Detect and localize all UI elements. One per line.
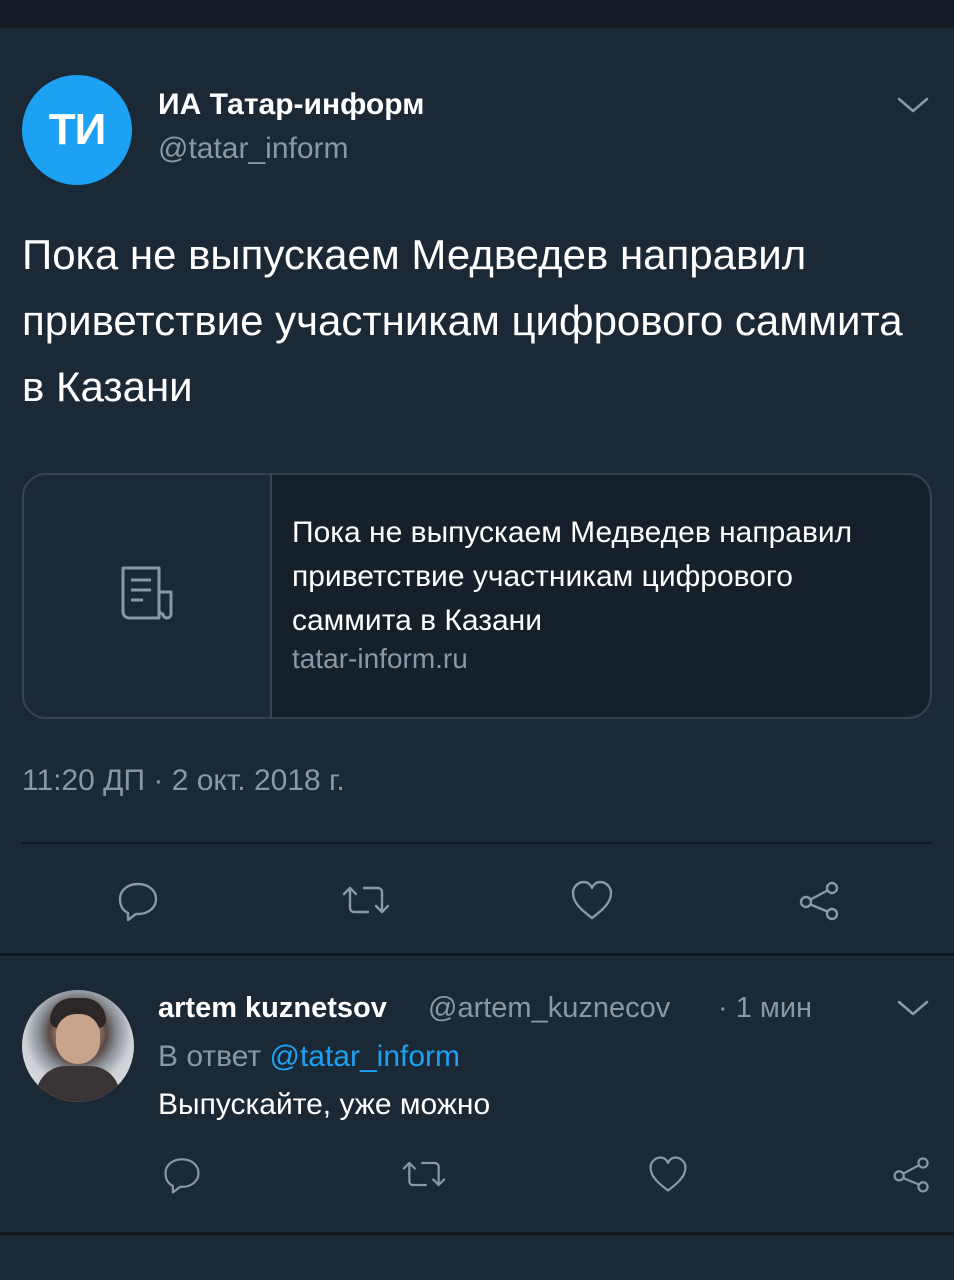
top-strip [0, 0, 954, 28]
reply-prefix: В ответ [158, 1040, 262, 1073]
card-thumbnail [24, 475, 272, 717]
document-icon [115, 562, 179, 631]
reply-like-button[interactable] [640, 1146, 696, 1202]
reply-icon [164, 1158, 200, 1194]
share-icon [799, 881, 839, 921]
reply-text: Выпускайте, уже можно [158, 1088, 491, 1121]
reply-author-handle[interactable]: @artem_kuznecov [428, 992, 670, 1025]
reply-context: В ответ @tatar_inform [158, 1040, 460, 1074]
chevron-down-icon[interactable] [895, 996, 931, 1025]
share-button[interactable] [792, 872, 848, 928]
author-avatar[interactable]: ТИ [22, 75, 132, 185]
divider [0, 1232, 954, 1235]
retweet-icon [342, 886, 390, 914]
reply-author-avatar[interactable] [22, 990, 134, 1102]
divider [0, 953, 954, 956]
share-icon [893, 1157, 929, 1193]
card-domain: tatar-inform.ru [292, 643, 468, 674]
like-button[interactable] [564, 872, 620, 928]
reply-button[interactable] [110, 872, 166, 928]
reply-retweet-button[interactable] [394, 1146, 454, 1202]
author-handle[interactable]: @tatar_inform [158, 132, 349, 166]
reply-author-name[interactable]: artem kuznetsov [158, 992, 387, 1025]
chevron-down-icon[interactable] [895, 93, 931, 122]
avatar-initials: ТИ [48, 105, 107, 154]
like-icon [571, 880, 613, 920]
reply-share-button[interactable] [884, 1146, 940, 1202]
link-card[interactable]: Пока не выпускаем Медведев направил прив… [22, 473, 932, 719]
author-name[interactable]: ИА Татар-информ [158, 88, 424, 122]
retweet-button[interactable] [336, 872, 396, 928]
card-title: Пока не выпускаем Медведев направил прив… [292, 516, 853, 637]
retweet-icon [402, 1161, 446, 1187]
reply-to-link[interactable]: @tatar_inform [269, 1040, 460, 1073]
reply-reply-button[interactable] [154, 1146, 210, 1202]
like-icon [649, 1156, 687, 1192]
divider [22, 842, 932, 844]
tweet-timestamp[interactable]: 11:20 ДП · 2 окт. 2018 г. [22, 764, 345, 798]
reply-icon [118, 882, 158, 922]
reply-time[interactable]: · 1 мин [718, 992, 812, 1025]
tweet-text: Пока не выпускаем Медведев направил прив… [22, 231, 903, 410]
